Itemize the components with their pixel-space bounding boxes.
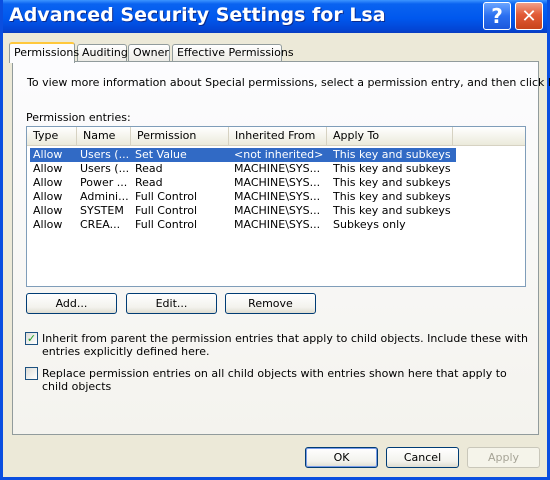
permission-entries-label: Permission entries: — [26, 111, 131, 124]
close-icon[interactable]: ✕ — [515, 2, 543, 30]
column-header-inherited-from[interactable]: Inherited From — [229, 127, 327, 145]
cell-permission: Full Control — [135, 204, 198, 217]
cell-name: CREA... — [80, 218, 121, 231]
table-row[interactable]: Allow Admini... Full Control MACHINE\SYS… — [30, 190, 456, 204]
cell-permission: Full Control — [135, 190, 198, 203]
cell-type: Allow — [33, 190, 63, 203]
cell-type: Allow — [33, 148, 63, 161]
column-header-type[interactable]: Type — [27, 127, 77, 145]
table-row[interactable]: Allow Power ... Read MACHINE\SYS... This… — [30, 176, 456, 190]
cell-name: Power ... — [80, 176, 128, 189]
replace-checkbox[interactable] — [25, 367, 38, 380]
apply-button[interactable]: Apply — [467, 447, 540, 468]
cell-inherited-from: <not inherited> — [234, 148, 324, 161]
permission-entries-list[interactable]: Type Name Permission Inherited From Appl… — [26, 126, 526, 287]
table-row[interactable]: Allow Users (... Set Value <not inherite… — [30, 148, 456, 162]
cell-inherited-from: MACHINE\SYS... — [234, 162, 321, 175]
tab-permissions[interactable]: Permissions — [9, 42, 79, 63]
replace-checkbox-label[interactable]: Replace permission entries on all child … — [42, 367, 532, 393]
table-row[interactable]: Allow CREA... Full Control MACHINE\SYS..… — [30, 218, 456, 232]
permissions-panel: To view more information about Special p… — [12, 61, 550, 435]
cell-apply-to: This key and subkeys — [333, 148, 451, 161]
column-header-apply-to[interactable]: Apply To — [327, 127, 453, 145]
help-icon[interactable]: ? — [483, 2, 511, 30]
title-bar[interactable]: Advanced Security Settings for Lsa ? ✕ — [3, 0, 547, 33]
cell-permission: Read — [135, 162, 163, 175]
cell-apply-to: This key and subkeys — [333, 204, 451, 217]
add-button[interactable]: Add... — [26, 293, 117, 314]
inherit-checkbox[interactable]: ✓ — [25, 332, 38, 345]
replace-option: Replace permission entries on all child … — [25, 367, 530, 393]
cancel-button[interactable]: Cancel — [386, 447, 459, 468]
tab-effective-permissions[interactable]: Effective Permissions — [172, 44, 294, 61]
ok-button[interactable]: OK — [305, 447, 378, 468]
cell-inherited-from: MACHINE\SYS... — [234, 176, 321, 189]
info-text: To view more information about Special p… — [27, 76, 550, 89]
window-title: Advanced Security Settings for Lsa — [9, 4, 386, 26]
cell-name: Users (... — [80, 162, 130, 175]
cell-apply-to: Subkeys only — [333, 218, 406, 231]
list-header: Type Name Permission Inherited From Appl… — [27, 127, 525, 146]
cell-permission: Set Value — [135, 148, 187, 161]
column-header-permission[interactable]: Permission — [131, 127, 229, 145]
cell-permission: Read — [135, 176, 163, 189]
cell-inherited-from: MACHINE\SYS... — [234, 204, 321, 217]
cell-permission: Full Control — [135, 218, 198, 231]
remove-button[interactable]: Remove — [225, 293, 316, 314]
edit-button[interactable]: Edit... — [126, 293, 217, 314]
cell-name: Users (... — [80, 148, 130, 161]
column-header-name[interactable]: Name — [77, 127, 131, 145]
inherit-checkbox-label[interactable]: Inherit from parent the permission entri… — [42, 332, 532, 358]
cell-type: Allow — [33, 176, 63, 189]
cell-apply-to: This key and subkeys — [333, 162, 451, 175]
cell-type: Allow — [33, 162, 63, 175]
cell-name: SYSTEM — [80, 204, 124, 217]
cell-inherited-from: MACHINE\SYS... — [234, 190, 321, 203]
cell-inherited-from: MACHINE\SYS... — [234, 218, 321, 231]
dialog-window: Advanced Security Settings for Lsa ? ✕ P… — [0, 0, 550, 480]
cell-type: Allow — [33, 218, 63, 231]
cell-apply-to: This key and subkeys — [333, 176, 451, 189]
tab-owner[interactable]: Owner — [128, 44, 170, 61]
table-row[interactable]: Allow SYSTEM Full Control MACHINE\SYS...… — [30, 204, 456, 218]
cell-type: Allow — [33, 204, 63, 217]
cell-apply-to: This key and subkeys — [333, 190, 451, 203]
cell-name: Admini... — [80, 190, 129, 203]
inherit-option: ✓ Inherit from parent the permission ent… — [25, 332, 530, 360]
tab-auditing[interactable]: Auditing — [77, 44, 128, 61]
table-row[interactable]: Allow Users (... Read MACHINE\SYS... Thi… — [30, 162, 456, 176]
